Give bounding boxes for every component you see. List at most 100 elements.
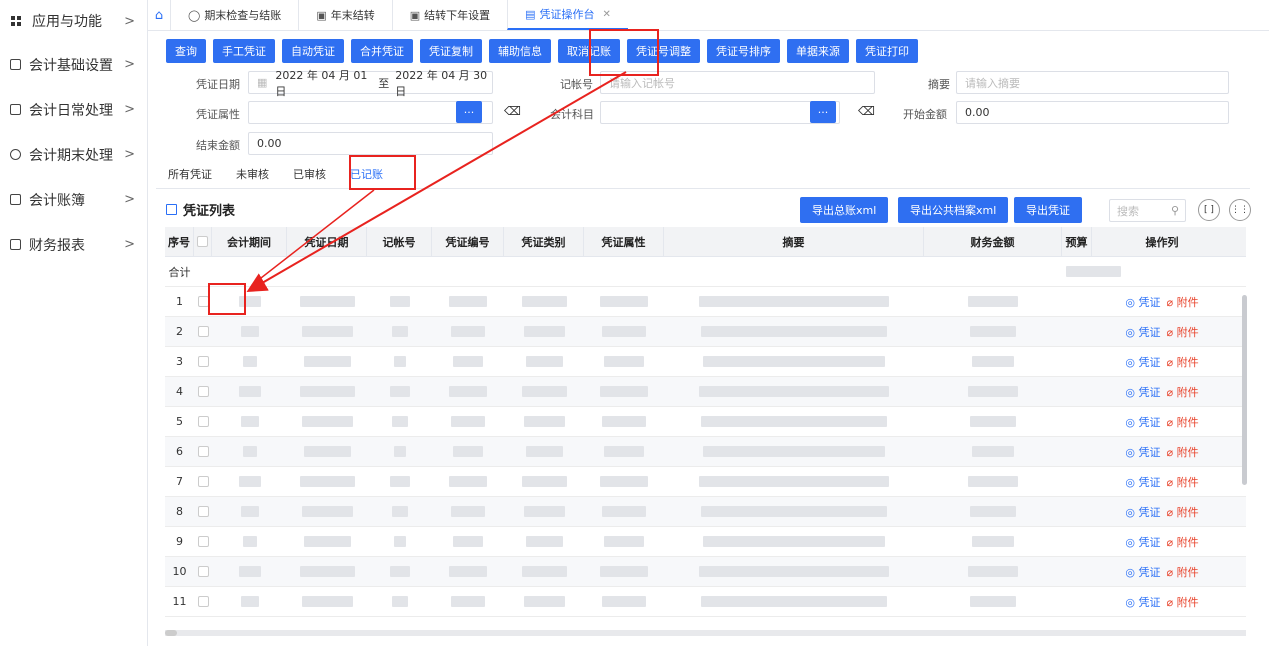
vertical-scrollbar[interactable] xyxy=(1242,295,1247,485)
home-icon[interactable]: ⌂ xyxy=(148,0,170,30)
view-voucher-link[interactable]: ◎ 凭证 xyxy=(1125,536,1160,549)
aux-info-button[interactable]: 辅助信息 xyxy=(489,39,551,63)
row-checkbox[interactable] xyxy=(197,566,209,577)
attachment-link[interactable]: ⌀ 附件 xyxy=(1166,356,1198,369)
copy-voucher-button[interactable]: 凭证复制 xyxy=(420,39,482,63)
attachment-link[interactable]: ⌀ 附件 xyxy=(1166,386,1198,399)
tab-all-vouchers[interactable]: 所有凭证 xyxy=(156,159,224,189)
horizontal-scroll-thumb[interactable] xyxy=(165,630,177,636)
table-row[interactable]: 9 ◎ 凭证 ⌀ 附件 xyxy=(165,527,1246,557)
tab-unaudited[interactable]: 未审核 xyxy=(224,159,281,189)
query-button[interactable]: 查询 xyxy=(166,39,206,63)
attachment-link[interactable]: ⌀ 附件 xyxy=(1166,416,1198,429)
table-row[interactable]: 10 ◎ 凭证 ⌀ 附件 xyxy=(165,557,1246,587)
view-voucher-link[interactable]: ◎ 凭证 xyxy=(1125,416,1160,429)
select-all-checkbox[interactable] xyxy=(197,236,208,247)
fullscreen-icon[interactable]: [ ] xyxy=(1198,199,1220,221)
attachment-link[interactable]: ⌀ 附件 xyxy=(1166,476,1198,489)
tab-next-year-settings[interactable]: ▣ 结转下年设置 xyxy=(391,0,507,30)
view-voucher-link[interactable]: ◎ 凭证 xyxy=(1125,566,1160,579)
tab-period-end-check[interactable]: ◯ 期末检查与结账 xyxy=(170,0,298,30)
col-summary: 摘要 xyxy=(664,227,924,256)
table-row[interactable]: 7 ◎ 凭证 ⌀ 附件 xyxy=(165,467,1246,497)
attachment-link[interactable]: ⌀ 附件 xyxy=(1166,446,1198,459)
view-voucher-link[interactable]: ◎ 凭证 xyxy=(1125,296,1160,309)
subject-browse-button[interactable]: ··· xyxy=(810,101,836,123)
subject-input[interactable] xyxy=(600,101,840,124)
attachment-link[interactable]: ⌀ 附件 xyxy=(1166,506,1198,519)
table-row[interactable]: 3 ◎ 凭证 ⌀ 附件 xyxy=(165,347,1246,377)
col-select-all[interactable] xyxy=(194,227,212,256)
view-voucher-link[interactable]: ◎ 凭证 xyxy=(1125,596,1160,609)
table-row[interactable]: 6 ◎ 凭证 ⌀ 附件 xyxy=(165,437,1246,467)
attachment-link[interactable]: ⌀ 附件 xyxy=(1166,596,1198,609)
row-checkbox[interactable] xyxy=(197,386,209,397)
export-ledger-xml-button[interactable]: 导出总账xml xyxy=(800,197,889,223)
export-voucher-button[interactable]: 导出凭证 xyxy=(1014,197,1082,223)
transfer-icon: ▣ xyxy=(316,8,327,22)
print-voucher-button[interactable]: 凭证打印 xyxy=(856,39,918,63)
row-checkbox[interactable] xyxy=(197,326,209,337)
row-checkbox[interactable] xyxy=(197,296,209,307)
search-input[interactable]: 搜索 ⚲ xyxy=(1109,199,1186,222)
attr-browse-button[interactable]: ··· xyxy=(456,101,482,123)
attachment-link[interactable]: ⌀ 附件 xyxy=(1166,296,1198,309)
tab-year-end[interactable]: ▣ 年末结转 xyxy=(298,0,391,30)
start-amount-input[interactable]: 0.00 xyxy=(956,101,1229,124)
row-checkbox[interactable] xyxy=(197,416,209,427)
manual-voucher-button[interactable]: 手工凭证 xyxy=(213,39,275,63)
sidebar-item-basic-settings[interactable]: 会计基础设置 > xyxy=(0,42,147,87)
sidebar-item-apps[interactable]: 应用与功能 > xyxy=(0,0,147,42)
summary-input[interactable]: 请输入摘要 xyxy=(956,71,1229,94)
source-doc-button[interactable]: 单据来源 xyxy=(787,39,849,63)
view-voucher-link[interactable]: ◎ 凭证 xyxy=(1125,476,1160,489)
row-actions: ◎ 凭证 ⌀ 附件 xyxy=(1092,437,1232,466)
merge-voucher-button[interactable]: 合并凭证 xyxy=(351,39,413,63)
table-row[interactable]: 8 ◎ 凭证 ⌀ 附件 xyxy=(165,497,1246,527)
view-voucher-link[interactable]: ◎ 凭证 xyxy=(1125,356,1160,369)
table-row[interactable]: 4 ◎ 凭证 ⌀ 附件 xyxy=(165,377,1246,407)
auto-voucher-button[interactable]: 自动凭证 xyxy=(282,39,344,63)
table-row[interactable]: 1 ◎ 凭证 ⌀ 附件 xyxy=(165,287,1246,317)
table-row[interactable]: 5 ◎ 凭证 ⌀ 附件 xyxy=(165,407,1246,437)
table-body: 1 ◎ 凭证 ⌀ 附件 2 ◎ 凭证 ⌀ 附件 3 ◎ 凭证 ⌀ 附件 4 ◎ 凭证 ⌀ 附件 5 ◎ 凭… xyxy=(165,287,1246,617)
view-voucher-link[interactable]: ◎ 凭证 xyxy=(1125,386,1160,399)
attachment-link[interactable]: ⌀ 附件 xyxy=(1166,566,1198,579)
tab-voucher-console[interactable]: ▤ 凭证操作台 ✕ xyxy=(507,0,628,30)
cancel-posting-button[interactable]: 取消记账 xyxy=(558,39,620,63)
row-checkbox[interactable] xyxy=(197,536,209,547)
sidebar-item-reports[interactable]: 财务报表 > xyxy=(0,222,147,267)
report-icon xyxy=(10,239,21,250)
table-row[interactable]: 2 ◎ 凭证 ⌀ 附件 xyxy=(165,317,1246,347)
table-row[interactable]: 11 ◎ 凭证 ⌀ 附件 xyxy=(165,587,1246,617)
sidebar-item-ledger[interactable]: 会计账簿 > xyxy=(0,177,147,222)
horizontal-scrollbar[interactable] xyxy=(165,630,1246,636)
row-checkbox[interactable] xyxy=(197,446,209,457)
row-checkbox[interactable] xyxy=(197,596,209,607)
row-checkbox[interactable] xyxy=(197,506,209,517)
sort-voucher-no-button[interactable]: 凭证号排序 xyxy=(707,39,780,63)
close-icon[interactable]: ✕ xyxy=(603,9,611,20)
tab-posted[interactable]: 已记账 xyxy=(338,159,395,189)
sidebar-item-period-end[interactable]: 会计期末处理 > xyxy=(0,132,147,177)
date-range-input[interactable]: ▦ 2022 年 04 月 01 日 至 2022 年 04 月 30 日 xyxy=(248,69,493,98)
attachment-link[interactable]: ⌀ 附件 xyxy=(1166,326,1198,339)
redacted-cell xyxy=(212,467,287,496)
attachment-link[interactable]: ⌀ 附件 xyxy=(1166,536,1198,549)
view-voucher-link[interactable]: ◎ 凭证 xyxy=(1125,446,1160,459)
tab-audited[interactable]: 已审核 xyxy=(281,159,338,189)
view-voucher-link[interactable]: ◎ 凭证 xyxy=(1125,326,1160,339)
row-checkbox[interactable] xyxy=(197,476,209,487)
view-voucher-link[interactable]: ◎ 凭证 xyxy=(1125,506,1160,519)
subject-clear-icon[interactable]: ⌫ xyxy=(858,104,875,118)
end-amount-input[interactable]: 0.00 xyxy=(248,132,493,155)
acct-no-input[interactable]: 请输入记帐号 xyxy=(600,71,875,94)
search-placeholder: 搜索 xyxy=(1117,204,1139,218)
redacted-cell xyxy=(924,527,1062,556)
adjust-voucher-no-button[interactable]: 凭证号调整 xyxy=(627,39,700,63)
row-checkbox[interactable] xyxy=(197,356,209,367)
export-archive-xml-button[interactable]: 导出公共档案xml xyxy=(898,197,1009,223)
column-settings-icon[interactable]: ⋮⋮ xyxy=(1229,199,1251,221)
attr-clear-icon[interactable]: ⌫ xyxy=(504,104,521,118)
sidebar-item-daily[interactable]: 会计日常处理 > xyxy=(0,87,147,132)
